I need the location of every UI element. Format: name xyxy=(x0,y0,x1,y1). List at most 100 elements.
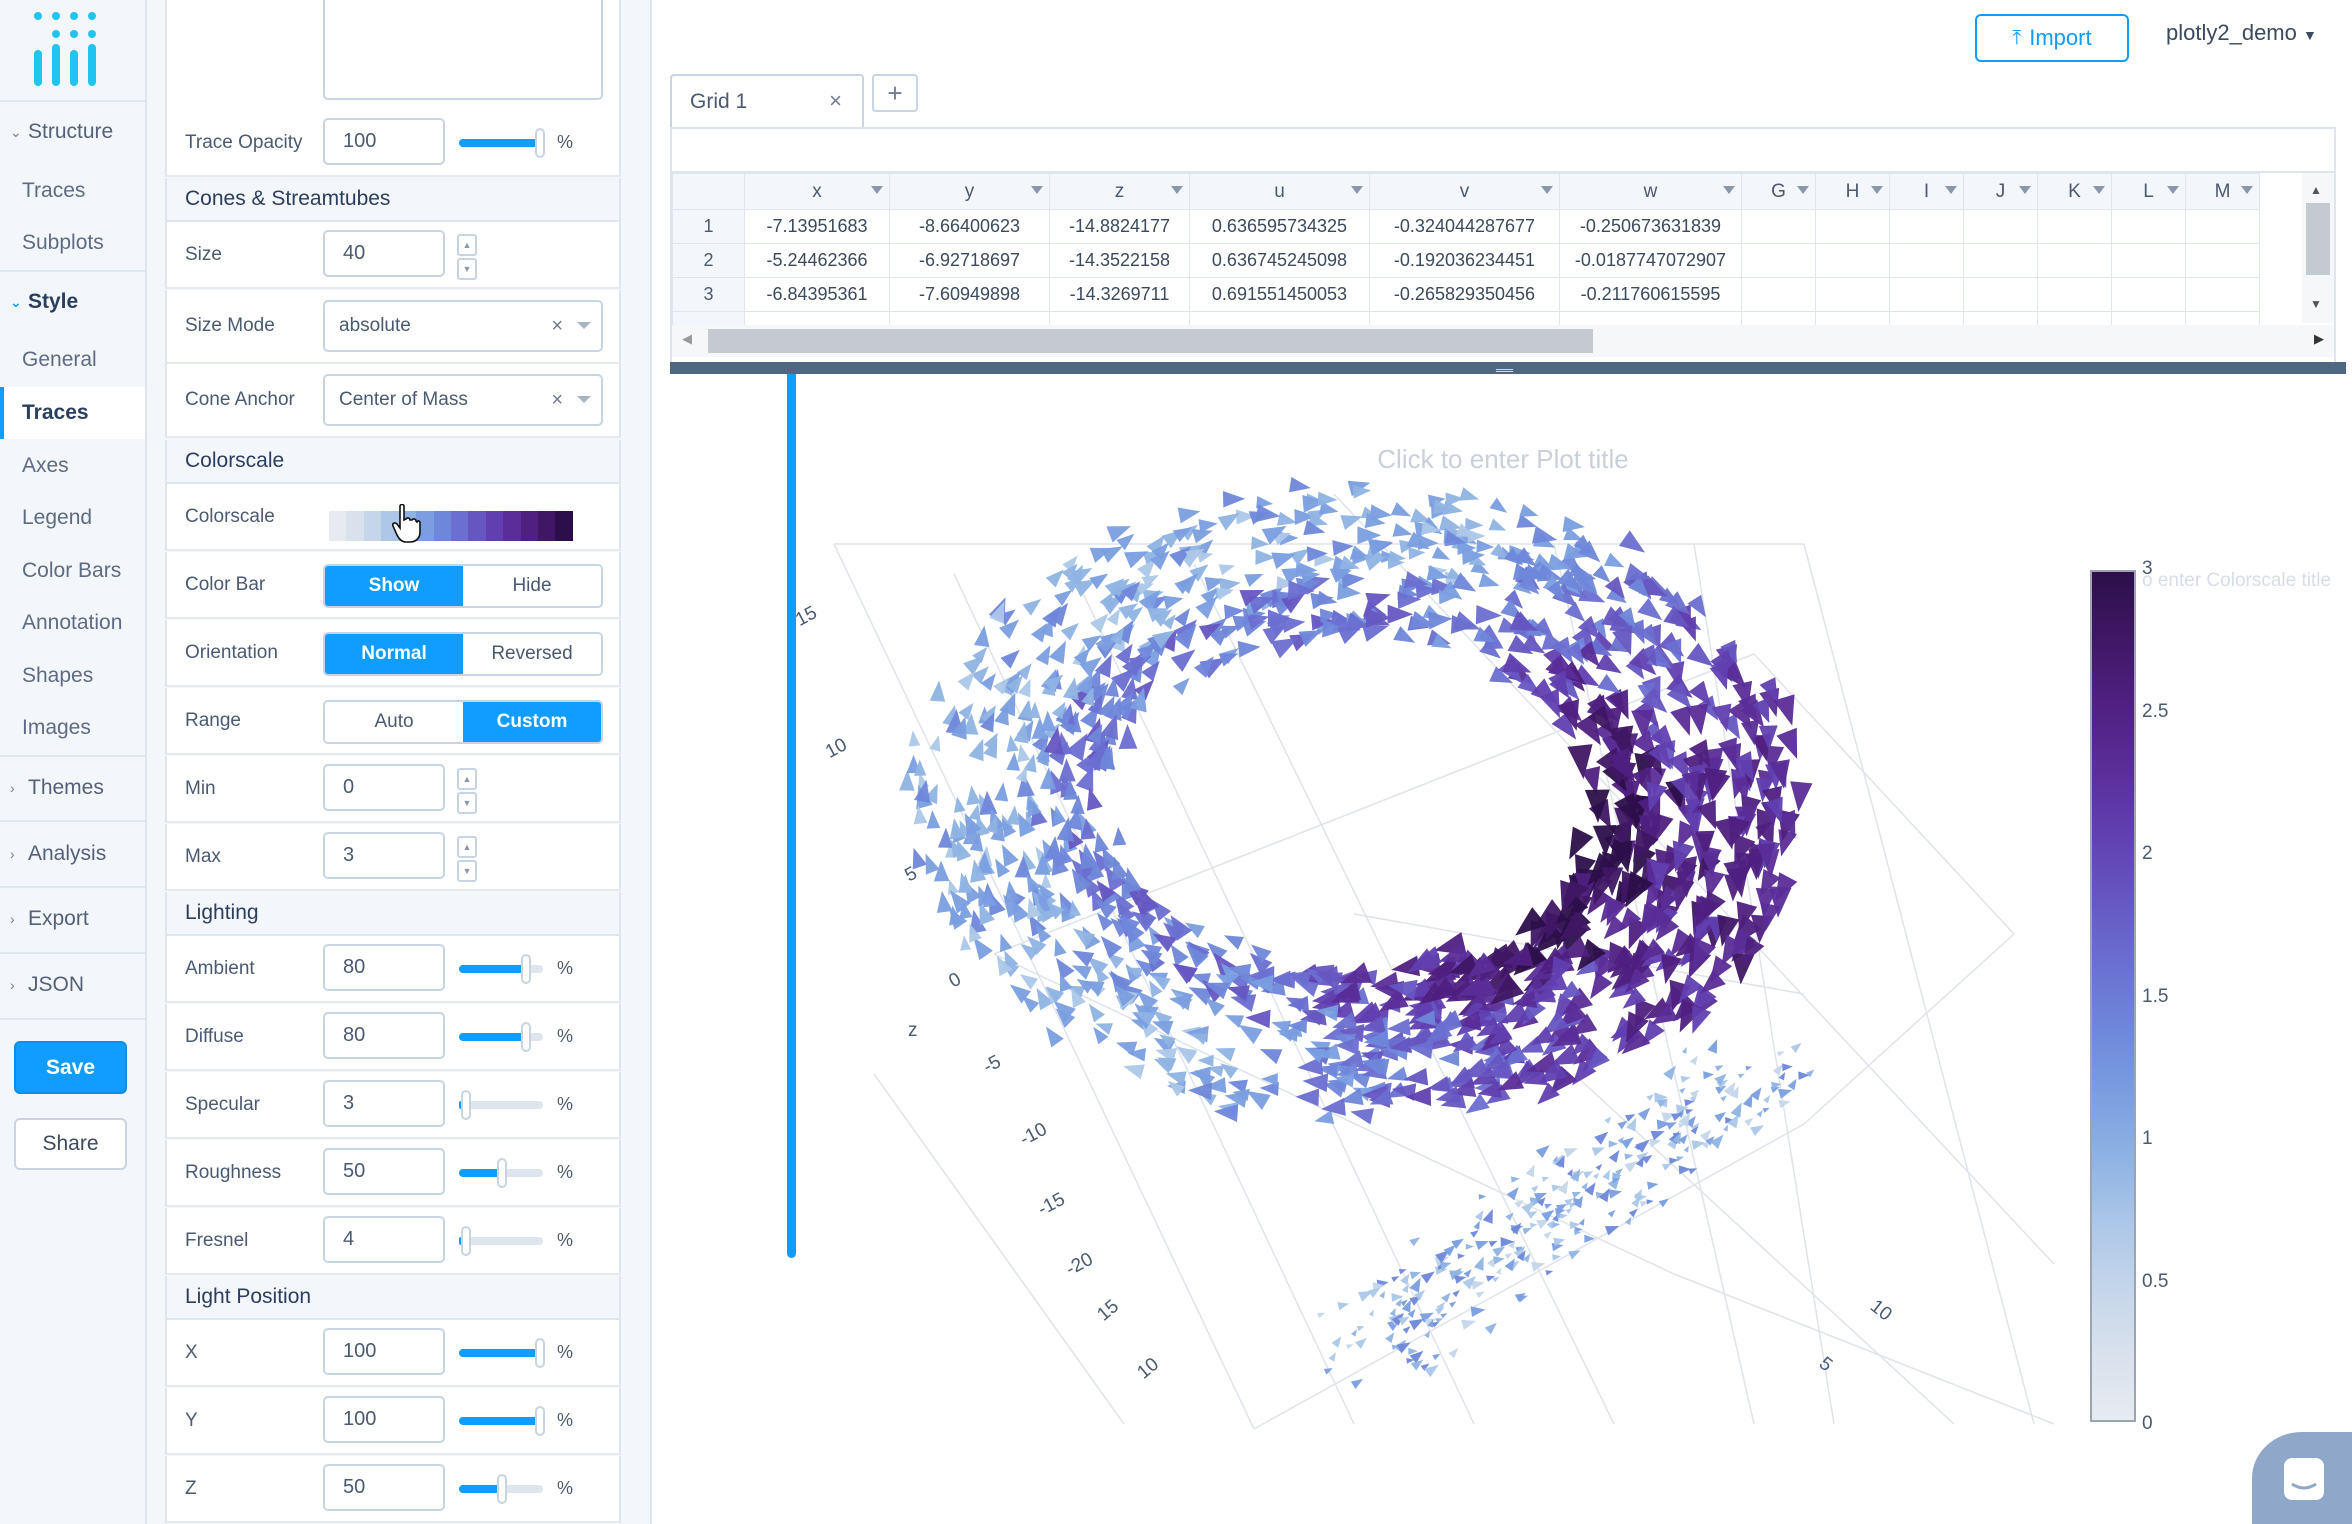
filter-caret-icon[interactable] xyxy=(2167,186,2179,194)
table-cell[interactable] xyxy=(2111,209,2186,244)
table-cell[interactable] xyxy=(1889,243,1964,278)
import-button[interactable]: ⤒ Import xyxy=(1975,14,2129,62)
column-header[interactable]: w xyxy=(1559,173,1742,210)
column-header[interactable]: u xyxy=(1189,173,1370,210)
nav-item-annotation[interactable]: Annotation xyxy=(0,597,145,649)
table-cell[interactable]: 0.691551450053 xyxy=(1189,277,1370,312)
column-header[interactable]: H xyxy=(1815,173,1890,210)
nav-section-json[interactable]: › JSON xyxy=(0,955,145,1015)
slider-handle[interactable] xyxy=(521,954,531,984)
table-cell[interactable] xyxy=(1889,311,1964,326)
table-cell[interactable] xyxy=(1369,311,1560,326)
colorscale-picker[interactable] xyxy=(329,511,573,541)
caret-down-icon[interactable] xyxy=(577,322,591,329)
table-cell[interactable] xyxy=(2185,277,2260,312)
scroll-right-icon[interactable]: ▶ xyxy=(2314,331,2324,347)
specular-slider[interactable] xyxy=(459,1090,543,1120)
column-header[interactable]: I xyxy=(1889,173,1964,210)
table-cell[interactable] xyxy=(1189,311,1370,326)
size-input[interactable]: 40 xyxy=(323,230,445,277)
colorbar[interactable] xyxy=(2090,570,2136,1422)
table-cell[interactable]: -5.24462366 xyxy=(744,243,890,278)
table-cell[interactable] xyxy=(1889,209,1964,244)
table-cell[interactable] xyxy=(1815,277,1890,312)
nav-item-traces[interactable]: Traces xyxy=(0,387,145,439)
nav-item-shapes[interactable]: Shapes xyxy=(0,650,145,702)
table-cell[interactable] xyxy=(1559,311,1742,326)
range-auto-button[interactable]: Auto xyxy=(325,702,463,742)
fresnel-slider[interactable] xyxy=(459,1226,543,1256)
slider-handle[interactable] xyxy=(535,1406,545,1436)
nav-item-images[interactable]: Images xyxy=(0,702,145,754)
table-cell[interactable]: 0.636745245098 xyxy=(1189,243,1370,278)
table-cell[interactable] xyxy=(1741,243,1816,278)
chat-support-button[interactable] xyxy=(2252,1432,2352,1524)
scroll-down-icon[interactable]: ▼ xyxy=(2310,297,2322,311)
table-cell[interactable] xyxy=(2111,277,2186,312)
table-cell[interactable]: -7.13951683 xyxy=(744,209,890,244)
light-y-input[interactable]: 100 xyxy=(323,1396,445,1443)
scroll-up-icon[interactable]: ▲ xyxy=(2310,183,2322,197)
column-header[interactable]: x xyxy=(744,173,890,210)
decrement-icon[interactable]: ▼ xyxy=(457,792,477,814)
scroll-thumb[interactable] xyxy=(708,329,1593,353)
slider-handle[interactable] xyxy=(461,1090,471,1120)
share-button[interactable]: Share xyxy=(14,1118,127,1170)
roughness-input[interactable]: 50 xyxy=(323,1148,445,1195)
filter-caret-icon[interactable] xyxy=(2241,186,2253,194)
filter-caret-icon[interactable] xyxy=(1871,186,1883,194)
clear-icon[interactable]: × xyxy=(551,315,563,338)
table-cell[interactable]: -8.66400623 xyxy=(889,209,1050,244)
nav-item-color-bars[interactable]: Color Bars xyxy=(0,545,145,597)
light-x-input[interactable]: 100 xyxy=(323,1328,445,1375)
table-cell[interactable] xyxy=(2185,243,2260,278)
table-cell[interactable] xyxy=(2037,311,2112,326)
table-cell[interactable]: -0.211760615595 xyxy=(1559,277,1742,312)
grid-plot-splitter[interactable]: ══ xyxy=(670,362,2346,377)
filter-caret-icon[interactable] xyxy=(2093,186,2105,194)
nav-item-subplots[interactable]: Subplots xyxy=(0,217,145,269)
text-area[interactable] xyxy=(323,0,603,100)
light-y-slider[interactable] xyxy=(459,1406,545,1436)
nav-section-structure[interactable]: ⌄ Structure xyxy=(0,102,145,162)
add-grid-button[interactable]: + xyxy=(872,74,918,112)
table-cell[interactable]: -6.84395361 xyxy=(744,277,890,312)
filter-caret-icon[interactable] xyxy=(1541,186,1553,194)
table-cell[interactable] xyxy=(1815,209,1890,244)
colorbar-title-placeholder[interactable]: o enter Colorscale title xyxy=(2142,570,2331,592)
column-header[interactable]: G xyxy=(1741,173,1816,210)
fresnel-input[interactable]: 4 xyxy=(323,1216,445,1263)
slider-handle[interactable] xyxy=(535,1338,545,1368)
table-cell[interactable] xyxy=(1815,243,1890,278)
filter-caret-icon[interactable] xyxy=(1171,186,1183,194)
slider-handle[interactable] xyxy=(535,128,545,158)
filter-caret-icon[interactable] xyxy=(1945,186,1957,194)
table-cell[interactable] xyxy=(2185,209,2260,244)
size-stepper[interactable]: ▲ ▼ xyxy=(457,234,477,282)
filter-caret-icon[interactable] xyxy=(1031,186,1043,194)
table-cell[interactable] xyxy=(2037,243,2112,278)
light-x-slider[interactable] xyxy=(459,1338,545,1368)
table-cell[interactable] xyxy=(1963,209,2038,244)
column-header[interactable]: J xyxy=(1963,173,2038,210)
diffuse-slider[interactable] xyxy=(459,1022,543,1052)
max-input[interactable]: 3 xyxy=(323,832,445,879)
range-custom-button[interactable]: Custom xyxy=(463,702,601,742)
table-cell[interactable] xyxy=(1963,277,2038,312)
table-cell[interactable]: -0.250673631839 xyxy=(1559,209,1742,244)
filter-caret-icon[interactable] xyxy=(1723,186,1735,194)
nav-section-export[interactable]: › Export xyxy=(0,889,145,949)
table-cell[interactable] xyxy=(2037,277,2112,312)
table-cell[interactable] xyxy=(1741,277,1816,312)
table-cell[interactable]: -6.92718697 xyxy=(889,243,1050,278)
nav-item-axes[interactable]: Axes xyxy=(0,440,145,492)
table-cell[interactable] xyxy=(672,311,745,326)
user-menu[interactable]: plotly2_demo ▼ xyxy=(2166,20,2317,46)
light-z-slider[interactable] xyxy=(459,1474,543,1504)
grid-horizontal-scrollbar[interactable]: ◀ ▶ xyxy=(672,325,2334,357)
color-bar-hide-button[interactable]: Hide xyxy=(463,566,601,606)
table-cell[interactable] xyxy=(1049,311,1190,326)
table-cell[interactable]: 0.636595734325 xyxy=(1189,209,1370,244)
scroll-thumb[interactable] xyxy=(2306,203,2330,275)
table-cell[interactable]: -0.0187747072907 xyxy=(1559,243,1742,278)
